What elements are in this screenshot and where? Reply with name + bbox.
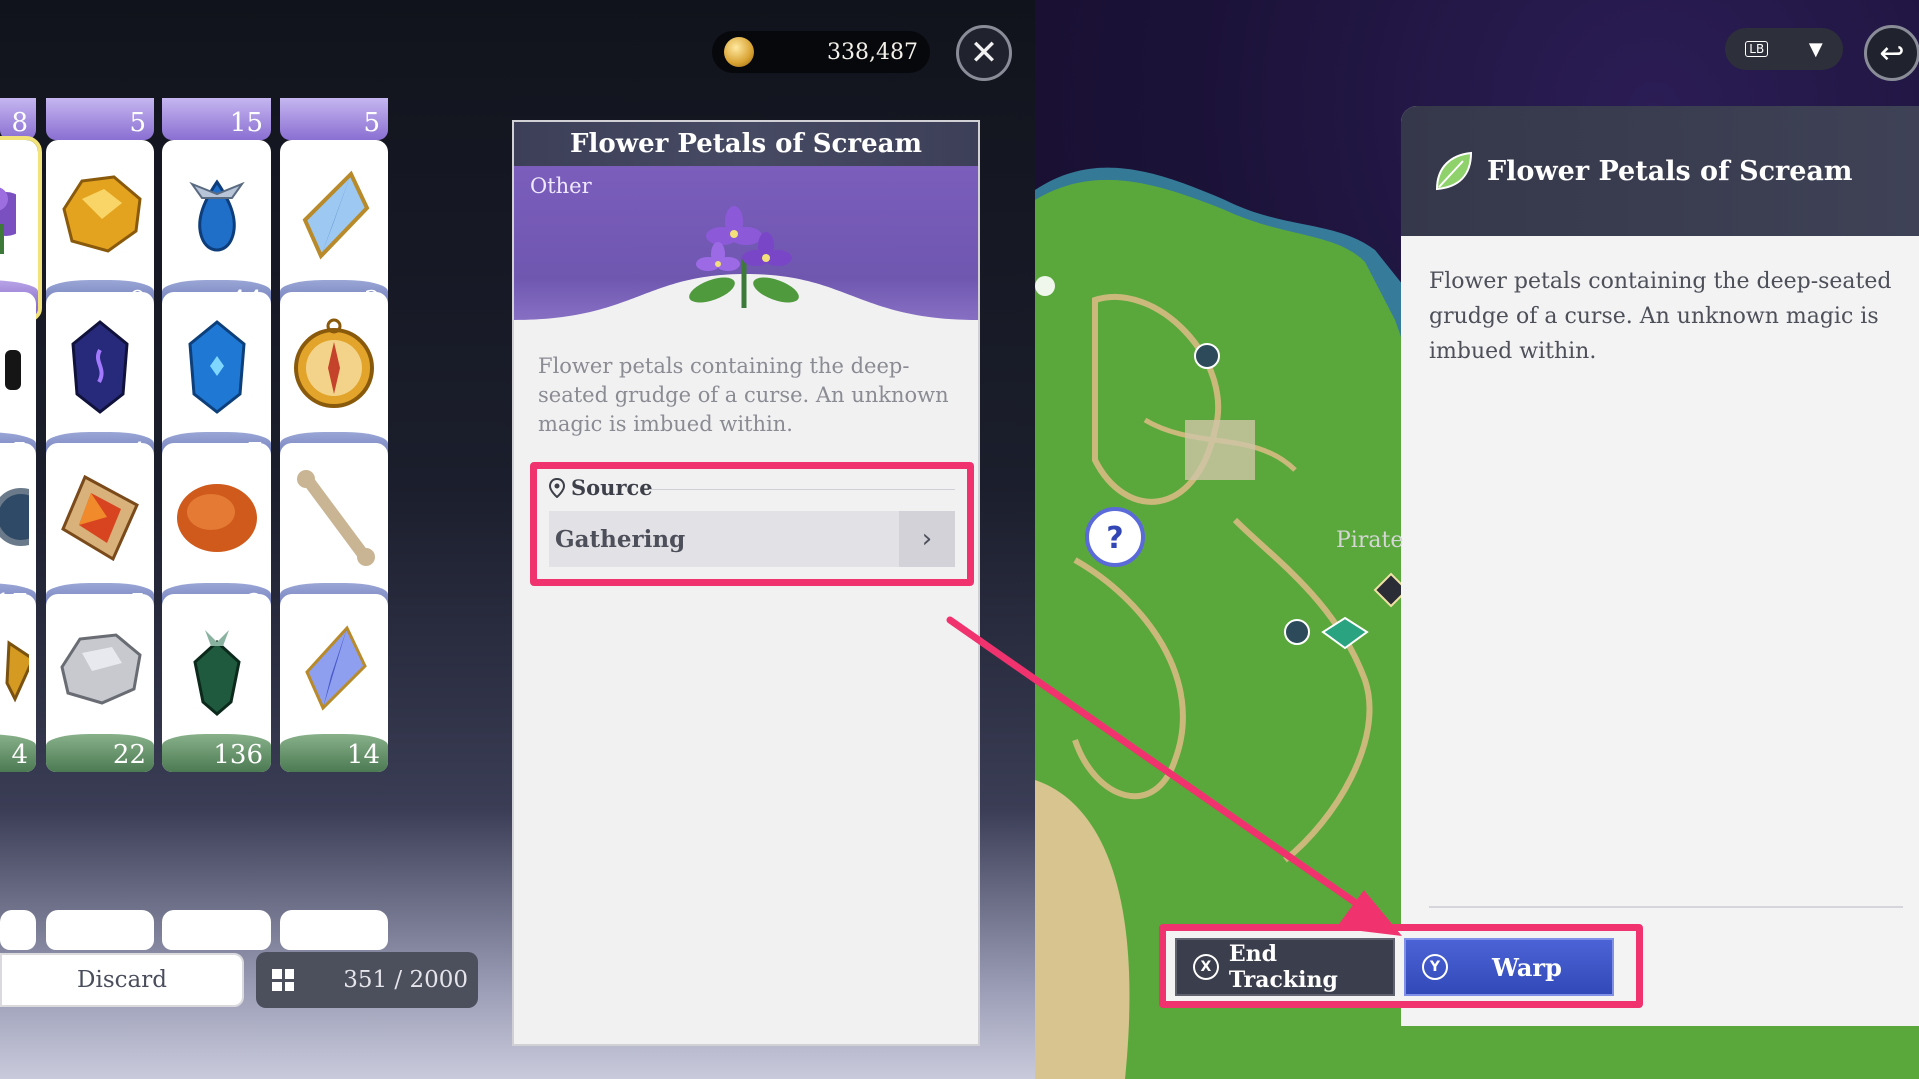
item-card[interactable]: 14 — [280, 594, 388, 772]
item-card-top-partial[interactable]: 8 — [0, 98, 36, 140]
source-gathering-row[interactable]: Gathering › — [549, 511, 955, 567]
orange-fur-icon — [162, 457, 271, 577]
purple-flower-icon — [0, 154, 38, 274]
item-count: 14 — [346, 740, 380, 770]
compass-icon — [280, 306, 388, 426]
item-card-top-partial[interactable]: 5 — [46, 98, 154, 140]
item-card-top-partial[interactable]: 5 — [280, 98, 388, 140]
end-tracking-label: End Tracking — [1228, 941, 1338, 993]
mechanism-icon — [0, 457, 36, 577]
blue-crystal-icon — [280, 608, 388, 728]
source-item-label: Gathering — [555, 525, 686, 553]
bone-icon — [280, 457, 388, 577]
fire-crystal-icon — [46, 457, 154, 577]
item-card[interactable]: 136 — [162, 594, 271, 772]
coin-icon — [724, 37, 754, 67]
item-card-partial[interactable] — [280, 910, 388, 950]
tracking-panel: Flower Petals of Scream Flower petals co… — [1401, 106, 1919, 1026]
chevron-right-icon: › — [899, 511, 955, 567]
map-place-label: Pirate — [1336, 528, 1404, 553]
item-card-partial[interactable] — [0, 910, 36, 950]
gold-ingot-icon — [0, 608, 36, 728]
end-tracking-button[interactable]: X End Tracking — [1175, 938, 1395, 996]
item-category: Other — [530, 174, 592, 198]
item-detail-panel: Flower Petals of Scream Other Flower pet… — [512, 120, 980, 1046]
grid-view-icon — [272, 969, 294, 991]
dark-item-icon — [0, 306, 36, 426]
tracking-title: Flower Petals of Scream — [1487, 155, 1853, 187]
map-toolbar[interactable]: LB ▼ — [1725, 28, 1843, 70]
x-button-icon: X — [1193, 954, 1219, 980]
source-divider — [649, 489, 955, 490]
panel-divider — [1429, 906, 1903, 908]
svg-text:?: ? — [1106, 521, 1123, 556]
item-card[interactable]: 22 — [46, 594, 154, 772]
warp-label: Warp — [1492, 952, 1562, 982]
blue-water-crystal-icon — [162, 154, 271, 274]
item-card-partial[interactable] — [46, 910, 154, 950]
currency-value: 338,487 — [827, 39, 918, 65]
back-button[interactable]: ↩ — [1864, 25, 1919, 81]
item-count: 5 — [129, 108, 146, 138]
item-description: Flower petals containing the deep-seated… — [538, 354, 949, 436]
inventory-screen: 338,487 ✕ 8 5 15 5 9 44 3 5 — [0, 0, 1035, 1079]
tracking-description: Flower petals containing the deep-seated… — [1429, 269, 1892, 364]
source-header: Source — [549, 475, 653, 500]
item-count: 15 — [229, 108, 263, 138]
item-card-partial[interactable] — [162, 910, 271, 950]
discard-button[interactable]: Discard — [0, 953, 244, 1007]
green-crystal-icon — [162, 608, 271, 728]
capacity-text: 351 / 2000 — [343, 967, 468, 993]
item-count: 5 — [363, 108, 380, 138]
action-highlight: X End Tracking Y Warp — [1159, 924, 1643, 1008]
leaf-icon — [1435, 151, 1473, 191]
item-banner: Other — [514, 166, 978, 326]
location-pin-icon — [549, 477, 565, 498]
source-highlight: Source Gathering › — [530, 462, 974, 586]
item-detail-title: Flower Petals of Scream — [514, 122, 978, 166]
tracking-panel-header: Flower Petals of Scream — [1401, 106, 1919, 236]
map-screen: ? LB ▼ ↩ Flower Petals of Scream Flower … — [1035, 0, 1919, 1079]
source-label: Source — [571, 475, 653, 500]
purple-gem-icon — [46, 306, 154, 426]
item-count: 8 — [11, 108, 28, 138]
item-count: 22 — [112, 740, 146, 770]
y-button-icon: Y — [1422, 954, 1448, 980]
blue-gem-icon — [162, 306, 271, 426]
filter-icon[interactable]: ▼ — [1809, 39, 1823, 60]
purple-flower-icon — [689, 206, 799, 308]
item-card[interactable]: 4 — [0, 594, 36, 772]
crystal-prism-icon — [280, 154, 388, 274]
close-button[interactable]: ✕ — [956, 25, 1012, 81]
back-arrow-icon: ↩ — [1879, 35, 1905, 71]
item-count: 136 — [213, 740, 263, 770]
lb-button-icon: LB — [1745, 41, 1769, 57]
silver-ore-icon — [46, 608, 154, 728]
gold-ore-icon — [46, 154, 154, 274]
item-card-top-partial[interactable]: 15 — [162, 98, 271, 140]
currency-bar: 338,487 — [712, 31, 930, 73]
close-icon: ✕ — [969, 33, 999, 73]
item-count: 4 — [11, 740, 28, 770]
warp-button[interactable]: Y Warp — [1404, 938, 1614, 996]
inventory-capacity[interactable]: 351 / 2000 — [256, 952, 478, 1008]
